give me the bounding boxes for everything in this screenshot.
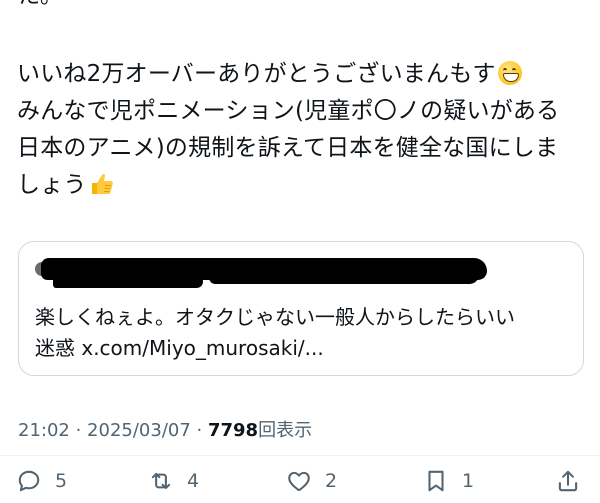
heart-icon (288, 471, 310, 492)
reply-button[interactable]: 5 (16, 463, 67, 499)
bookmark-count: 1 (462, 470, 475, 492)
redaction-bar (53, 272, 203, 288)
quote-line-1: 楽しくねぇよ。オタクじゃない一般人からしたらいい (35, 305, 515, 329)
action-bar-divider (0, 455, 600, 456)
reply-count: 5 (55, 470, 68, 492)
tweet-line-4: しょう (17, 167, 587, 204)
like-count: 2 (325, 470, 338, 492)
quote-tweet-text: 楽しくねぇよ。オタクじゃない一般人からしたらいい 迷惑 x.com/Miyo_m… (35, 302, 575, 364)
tweet-body: いいね2万オーバーありがとうございまんもす みんなで児ポニメーション(児童ポ〇ノ… (17, 56, 587, 204)
tweet-line-2: みんなで児ポニメーション(児童ポ〇ノの疑いがある (17, 98, 560, 124)
tweet-time[interactable]: 21:02 (18, 420, 70, 441)
tweet-action-bar: 5 4 2 1 (0, 463, 600, 499)
redaction-bar (209, 266, 479, 284)
share-icon (558, 470, 578, 492)
view-count: 7798 (207, 420, 259, 441)
thumbs-up-emoji-icon (91, 174, 113, 194)
reply-icon (18, 470, 40, 492)
grinning-face-emoji-icon (497, 61, 522, 85)
repost-count: 4 (187, 470, 200, 492)
view-count-label: 回表示 (258, 420, 313, 441)
meta-separator: · (69, 420, 88, 441)
like-button[interactable]: 2 (286, 463, 337, 499)
repost-button[interactable]: 4 (148, 463, 199, 499)
quote-tweet-card[interactable]: 楽しくねぇよ。オタクじゃない一般人からしたらいい 迷惑 x.com/Miyo_m… (18, 241, 584, 376)
tweet-metadata: 21:02 · 2025/03/07 · 7798回表示 (18, 416, 312, 442)
tweet-line-1-text: いいね2万オーバーありがとうございまんもす (17, 61, 496, 87)
bookmark-icon (428, 470, 444, 492)
tweet-line-3: 日本のアニメ)の規制を訴えて日本を健全な国にしま (17, 135, 559, 161)
share-button[interactable] (555, 463, 581, 499)
bookmark-button[interactable]: 1 (423, 463, 474, 499)
quote-line-2[interactable]: 迷惑 x.com/Miyo_murosaki/... (35, 333, 575, 364)
tweet-line-1: いいね2万オーバーありがとうございまんもす (17, 56, 587, 93)
truncated-text-line: た。 (18, 0, 62, 8)
meta-separator: · (190, 420, 208, 441)
repost-icon (151, 472, 171, 490)
tweet-line-4-text: しょう (17, 172, 87, 198)
tweet-date[interactable]: 2025/03/07 (87, 420, 191, 441)
